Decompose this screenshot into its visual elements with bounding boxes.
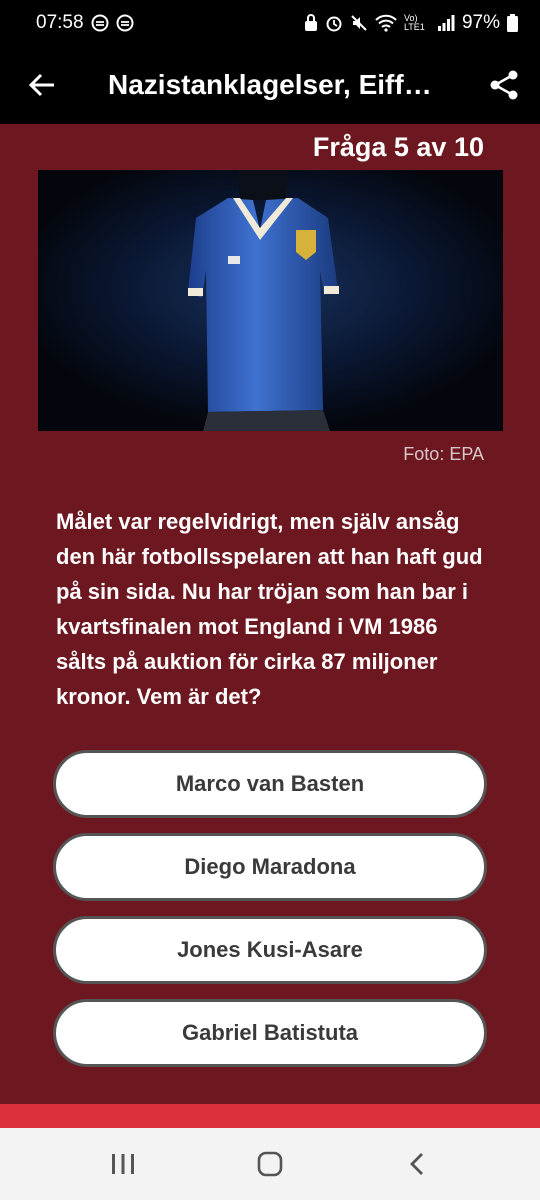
home-button[interactable] [230,1134,310,1194]
network-label: Vo) LTE1 [403,13,425,32]
answer-button[interactable]: Marco van Basten [53,750,487,818]
question-photo [38,170,503,431]
photo-credit: Foto: EPA [403,444,484,464]
answer-button[interactable]: Gabriel Batistuta [53,999,487,1067]
question-text: Målet var regelvidrigt, men själv ansåg … [56,509,483,709]
back-button[interactable] [0,46,84,124]
battery-level: 97% [461,12,500,33]
home-icon [257,1151,283,1177]
mute-icon [350,14,368,32]
share-button[interactable] [468,46,540,124]
battery-icon [507,14,518,32]
recents-button[interactable] [83,1134,163,1194]
alarm-icon [325,14,343,32]
answer-list: Marco van Basten Diego Maradona Jones Ku… [53,750,487,1082]
status-bar: 07:58 Vo) LTE1 97% [0,0,540,46]
nav-back-button[interactable] [377,1134,457,1194]
signal-icon [437,14,455,32]
back-chevron-icon [409,1153,423,1175]
page-title: Nazistanklagelser, Eiffel… [108,69,456,100]
question-counter: Fråga 5 av 10 [312,132,484,162]
recents-icon [112,1154,135,1174]
status-time: 07:58 [36,12,84,33]
share-icon [490,70,518,100]
wifi-icon [375,14,397,32]
sync-icon-2 [116,14,134,32]
quiz-content: Fråga 5 av 10 Foto: EPA Målet var regelv… [0,124,540,1104]
answer-button[interactable]: Jones Kusi-Asare [53,916,487,984]
accent-strip [0,1104,540,1128]
system-nav-bar [0,1128,540,1200]
back-arrow-icon [28,73,54,97]
app-bar: Nazistanklagelser, Eiffel… [0,46,540,124]
lock-icon [304,14,318,32]
sync-icon [91,14,109,32]
answer-button[interactable]: Diego Maradona [53,833,487,901]
